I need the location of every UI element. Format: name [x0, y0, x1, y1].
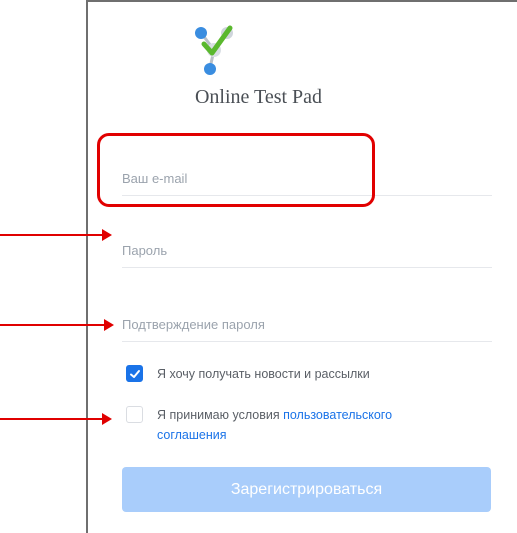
brand-title: Online Test Pad [194, 86, 323, 108]
terms-row: Я принимаю условия пользовательского сог… [126, 405, 437, 445]
terms-label: Я принимаю условия пользовательского сог… [157, 405, 437, 445]
password-field-wrapper [122, 235, 492, 268]
email-highlight-annotation [97, 133, 375, 207]
molecule-check-logo-icon [195, 25, 233, 75]
newsletter-row: Я хочу получать новости и рассылки [126, 364, 437, 384]
newsletter-label: Я хочу получать новости и рассылки [157, 367, 370, 381]
arrow-to-terms-annotation [0, 413, 112, 425]
terms-label-prefix: Я принимаю условия [157, 408, 284, 422]
terms-checkbox[interactable] [126, 406, 143, 423]
checkmark-icon [129, 369, 140, 378]
password-field[interactable] [122, 235, 492, 265]
arrow-to-confirm-annotation [0, 319, 114, 331]
register-button[interactable]: Зарегистрироваться [122, 467, 491, 512]
confirm-password-field-wrapper [122, 309, 492, 342]
newsletter-checkbox[interactable] [126, 365, 143, 382]
confirm-password-field[interactable] [122, 309, 492, 339]
arrow-to-password-annotation [0, 229, 112, 241]
